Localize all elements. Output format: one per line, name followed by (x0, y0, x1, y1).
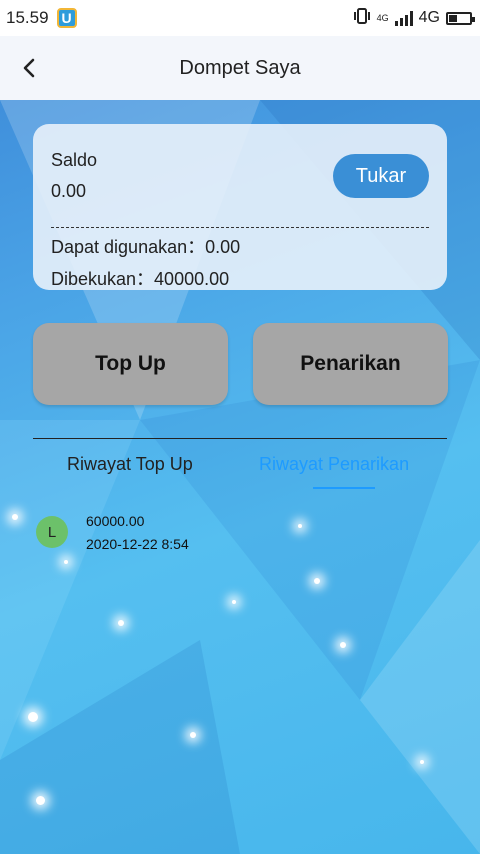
chevron-left-icon (23, 58, 35, 78)
status-time: 15.59 (6, 8, 49, 27)
sparkle (232, 600, 236, 604)
history-date: 2020-12-22 8:54 (86, 536, 189, 552)
app-notification-icon: U (56, 8, 77, 28)
status-right: 4G 4G (353, 7, 480, 29)
status-left: 15.59 U (0, 8, 77, 28)
battery-level (449, 14, 457, 22)
balance-label: Saldo (51, 150, 98, 170)
withdraw-button[interactable]: Penarikan (253, 323, 448, 405)
sparkle (36, 796, 45, 805)
sparkle (12, 514, 18, 520)
sparkle (190, 732, 196, 738)
frozen-balance: Dibekukan：40000.00 (51, 269, 230, 289)
available-balance: Dapat digunakan：0.00 (51, 237, 241, 257)
signal-icon (394, 10, 413, 26)
status-bar: 15.59 U 4G 4G (0, 0, 480, 36)
status-badge: L (36, 516, 68, 548)
card-divider (51, 227, 429, 228)
top-up-button[interactable]: Top Up (33, 323, 228, 405)
back-button[interactable] (14, 52, 46, 84)
vibrate-icon (353, 7, 371, 29)
history-amount: 60000.00 (86, 513, 145, 529)
sparkle (64, 560, 68, 564)
sparkle (118, 620, 124, 626)
section-divider (33, 438, 447, 439)
tab-withdraw-history[interactable]: Riwayat Penarikan (259, 454, 409, 475)
balance-card: Saldo 0.00 Tukar Dapat digunakan：0.00 Di… (33, 124, 447, 290)
tab-topup-history[interactable]: Riwayat Top Up (67, 454, 193, 475)
network-label: 4G (418, 9, 440, 26)
sparkle (314, 578, 320, 584)
active-tab-indicator (313, 487, 375, 489)
balance-value: 0.00 (51, 181, 87, 201)
exchange-button[interactable]: Tukar (333, 154, 429, 198)
sparkle (420, 760, 424, 764)
app-header: Dompet Saya (0, 36, 480, 100)
sparkle (28, 712, 38, 722)
sparkle (340, 642, 346, 648)
network-small-label: 4G (376, 12, 389, 23)
page-title: Dompet Saya (179, 56, 301, 79)
list-item[interactable]: L 60000.00 2020-12-22 8:54 (36, 508, 436, 558)
battery-icon (446, 11, 475, 25)
